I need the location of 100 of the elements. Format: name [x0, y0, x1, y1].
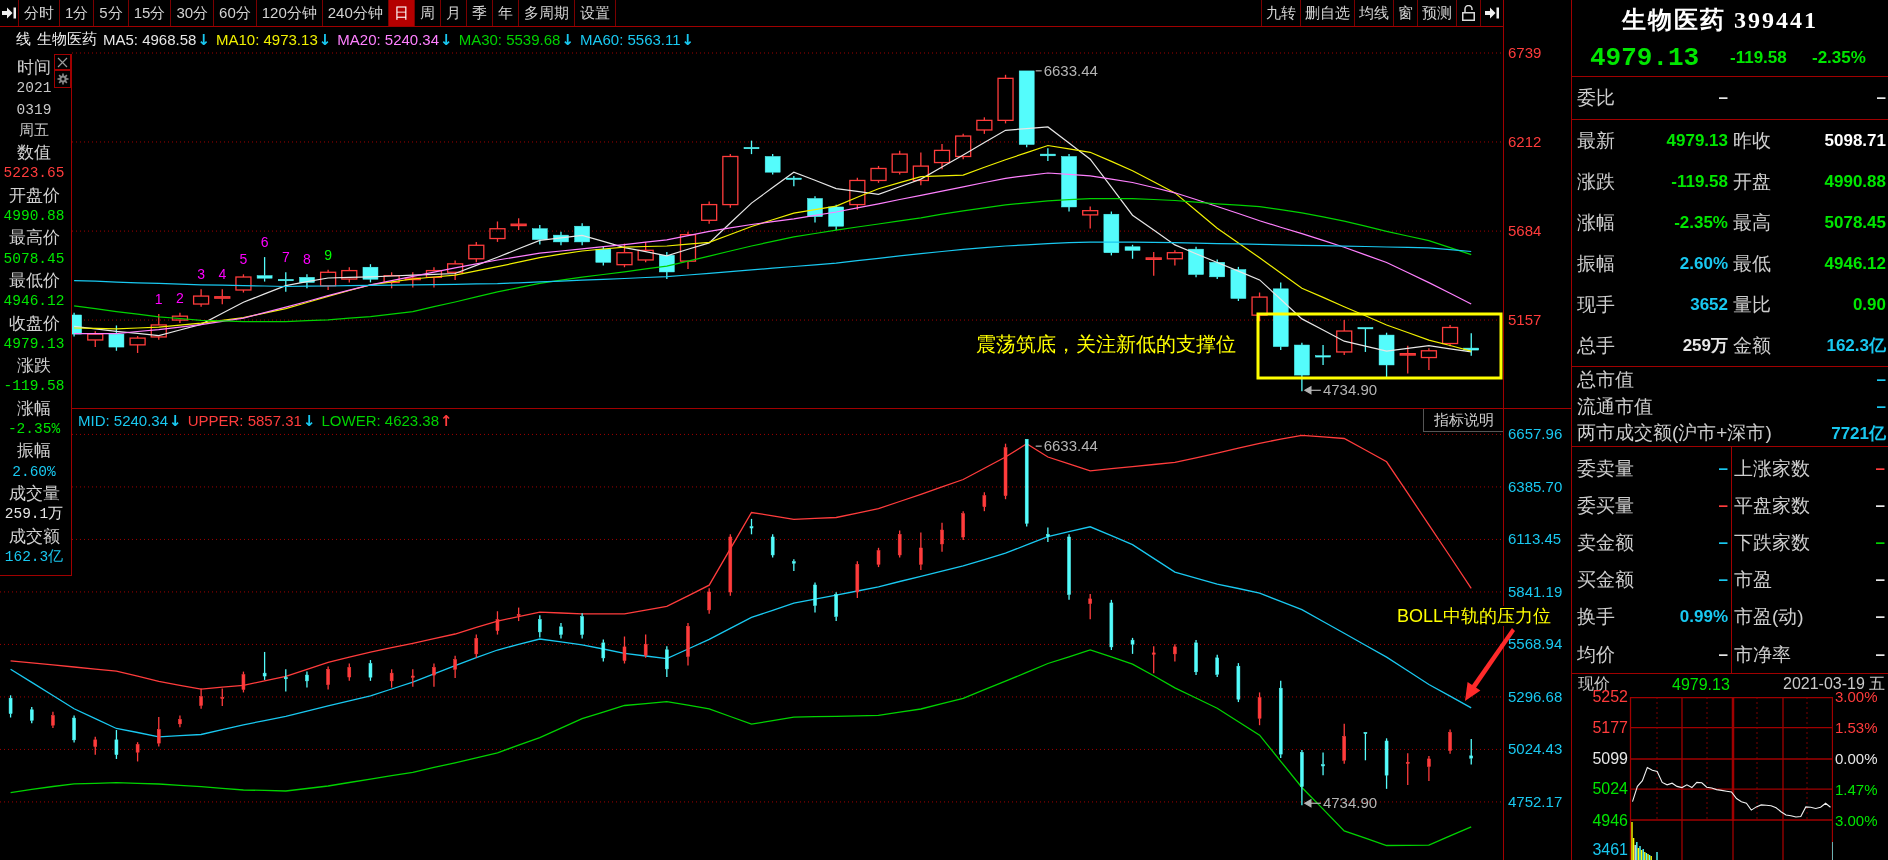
candlestick — [1420, 347, 1438, 371]
field-label: 涨幅 — [17, 397, 51, 420]
quote-label: 涨跌 — [1577, 169, 1616, 194]
candlestick — [446, 259, 464, 281]
field-value: -119.58 — [3, 377, 65, 397]
toolbar-button[interactable]: 九转 — [1261, 0, 1300, 26]
toolbar-button[interactable]: 预测 — [1417, 0, 1456, 26]
toolbar-button[interactable]: 窗 — [1393, 0, 1417, 26]
quote-value: 4979.13 — [1666, 130, 1728, 151]
field-label: 涨跌 — [17, 355, 51, 377]
field-value: 4990.88 — [3, 207, 65, 227]
period-tab[interactable]: 设置 — [574, 0, 616, 26]
axis-label: 1.53% — [1835, 720, 1878, 736]
axis-label: 4752.17 — [1508, 792, 1563, 811]
field-value: 2021 — [16, 79, 52, 99]
period-tab[interactable]: 季 — [466, 0, 493, 26]
settings-button[interactable] — [54, 70, 71, 88]
candlestick — [1188, 245, 1204, 278]
quote-value: 3652 — [1690, 294, 1728, 315]
quote-value: – — [1876, 370, 1886, 391]
quote-value: – — [1875, 607, 1885, 628]
period-tab[interactable]: 月 — [440, 0, 467, 26]
quote-value: – — [1718, 458, 1728, 479]
axis-label: 4946 — [1592, 812, 1628, 829]
period-tab[interactable]: 日 — [388, 0, 415, 26]
field-label: 收盘价 — [8, 312, 60, 334]
period-tab[interactable]: 多周期 — [518, 0, 575, 26]
field-value: 周五 — [19, 121, 49, 141]
quote-label: 流通市值 — [1577, 394, 1654, 419]
quote-label: 委买量 — [1577, 493, 1635, 518]
indicator-value: UPPER: 5857.31 — [187, 412, 302, 429]
count-label: 5 — [239, 251, 248, 268]
field-value: -2.35% — [7, 420, 61, 440]
indicator-value: MA30: 5539.68 — [458, 31, 561, 48]
trough-price-label: 4734.90 — [1322, 381, 1378, 399]
axis-label: 5157 — [1508, 311, 1542, 330]
candlestick — [432, 662, 436, 688]
quote-label: 昨收 — [1732, 128, 1772, 153]
count-label: 7 — [281, 249, 290, 266]
quote-value: – — [1875, 458, 1885, 479]
toolbar-button[interactable]: 删自选 — [1300, 0, 1354, 26]
quote-value: 259万 — [1682, 335, 1728, 357]
indicator-value: MA60: 5563.11 — [579, 31, 681, 48]
field-label: 振幅 — [17, 440, 51, 462]
quote-value: 4990.88 — [1824, 171, 1886, 192]
quote-label: 两市成交额(沪市+深市) — [1577, 421, 1773, 446]
period-tab[interactable]: 120分钟 — [256, 0, 323, 26]
count-label: 2 — [176, 289, 184, 306]
field-label: 数值 — [17, 142, 51, 164]
quote-label: 现手 — [1577, 292, 1616, 317]
quote-label: 最高 — [1732, 210, 1772, 235]
count-label: 6 — [260, 234, 269, 251]
candlestick — [912, 151, 929, 186]
quote-value: – — [1876, 88, 1886, 108]
close-button[interactable] — [54, 54, 71, 70]
quote-value: 0.99% — [1679, 607, 1728, 628]
quote-value: -2.35% — [1674, 212, 1728, 233]
field-value: 4946.12 — [3, 292, 65, 312]
quote-label: 上涨家数 — [1734, 456, 1811, 481]
candlestick — [1040, 147, 1056, 162]
field-value: 259.1万 — [4, 505, 64, 525]
period-tab[interactable]: 60分 — [214, 0, 257, 26]
axis-label: 6657.96 — [1508, 425, 1563, 444]
period-tab[interactable]: 1分 — [60, 0, 95, 26]
count-label: 1 — [154, 291, 163, 307]
field-label: 成交额 — [8, 525, 60, 547]
quote-label: 买金额 — [1577, 568, 1635, 593]
candlestick — [1166, 249, 1184, 267]
period-tab[interactable]: 5分 — [94, 0, 129, 26]
last-price: 4979.13 — [1590, 43, 1701, 73]
leader-line — [1035, 445, 1043, 447]
axis-label: 6212 — [1508, 132, 1542, 151]
help-button[interactable]: 指标说明 — [1423, 409, 1503, 432]
axis-label: 5024.43 — [1508, 740, 1563, 759]
period-tab[interactable]: 年 — [492, 0, 519, 26]
quote-label: 平盘家数 — [1734, 493, 1811, 518]
quote-value: – — [1718, 532, 1728, 553]
period-tab[interactable]: 周 — [414, 0, 441, 26]
quote-label: 振幅 — [1577, 251, 1616, 276]
quote-value: 5078.45 — [1824, 212, 1886, 233]
field-value: 0319 — [16, 100, 52, 120]
trend-arrow: ↓ — [681, 30, 695, 49]
field-label: 成交量 — [8, 482, 60, 505]
padlock-icon — [1462, 5, 1475, 21]
period-tab[interactable]: 240分钟 — [322, 0, 389, 26]
quote-label: 委卖量 — [1577, 456, 1635, 481]
axis-label: 5296.68 — [1508, 687, 1563, 706]
candlestick — [178, 714, 182, 728]
axis-label: 5841.19 — [1508, 582, 1563, 601]
quote-label: 均价 — [1577, 642, 1616, 667]
quote-value: 162.3亿 — [1826, 335, 1886, 357]
candlestick — [319, 269, 337, 291]
period-tab[interactable]: 30分 — [171, 0, 215, 26]
candlestick — [171, 312, 189, 324]
period-tab[interactable]: 15分 — [128, 0, 172, 26]
period-tab[interactable]: 分时 — [19, 0, 60, 26]
quote-label: 开盘 — [1732, 169, 1772, 194]
quote-value: – — [1875, 495, 1885, 516]
toolbar-button[interactable]: 均线 — [1354, 0, 1393, 26]
toggle-button[interactable] — [0, 0, 19, 26]
